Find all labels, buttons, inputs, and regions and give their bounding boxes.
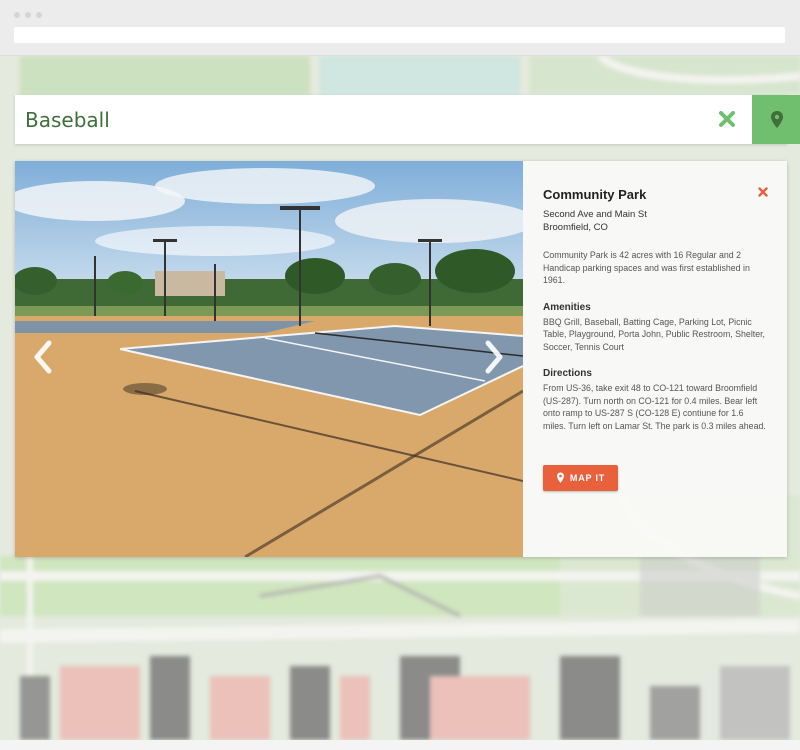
- directions-title: Directions: [543, 368, 592, 379]
- previous-photo-button[interactable]: [31, 339, 55, 375]
- directions-text: From US-36, take exit 48 to CO-121 towar…: [543, 383, 766, 431]
- clear-search-button[interactable]: [715, 107, 739, 131]
- bottom-edge: [0, 740, 800, 750]
- map-pin-icon: [556, 472, 564, 483]
- park-photo: [15, 161, 523, 557]
- search-input[interactable]: [15, 95, 695, 144]
- park-detail-panel: Community Park Second Ave and Main St Br…: [15, 161, 787, 557]
- close-icon: [719, 111, 735, 127]
- park-info: Community Park Second Ave and Main St Br…: [523, 161, 787, 557]
- window-dot[interactable]: [36, 12, 42, 18]
- window-controls: [14, 12, 42, 18]
- park-address-line1: Second Ave and Main St: [543, 209, 647, 220]
- map-it-button[interactable]: MAP IT: [543, 465, 618, 491]
- search-bar: [15, 95, 800, 144]
- park-name: Community Park: [543, 187, 647, 202]
- park-description: Community Park is 42 acres with 16 Regul…: [543, 250, 750, 285]
- window-dot[interactable]: [25, 12, 31, 18]
- chevron-left-icon: [34, 340, 52, 374]
- close-panel-button[interactable]: [757, 185, 769, 197]
- amenities-title: Amenities: [543, 301, 591, 313]
- address-bar[interactable]: [14, 27, 785, 43]
- window-dot[interactable]: [14, 12, 20, 18]
- map-pin-icon: [771, 110, 783, 128]
- chevron-right-icon: [485, 340, 503, 374]
- locate-button[interactable]: [752, 95, 800, 144]
- next-photo-button[interactable]: [482, 339, 506, 375]
- close-icon: [758, 187, 768, 197]
- amenities-list: BBQ Grill, Baseball, Batting Cage, Parki…: [543, 316, 765, 352]
- map-it-label: MAP IT: [569, 473, 606, 483]
- park-address-line2: Broomfield, CO: [543, 222, 608, 233]
- browser-chrome: [0, 0, 800, 56]
